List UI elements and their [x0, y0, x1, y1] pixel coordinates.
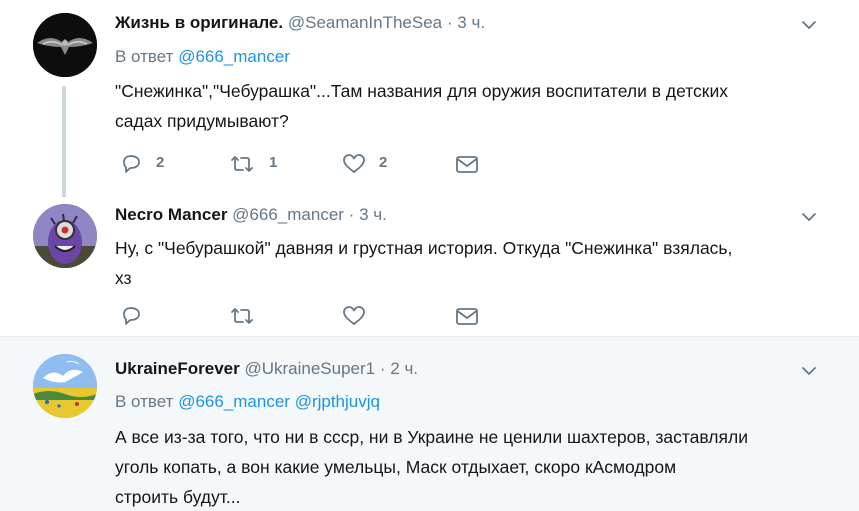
- timestamp[interactable]: 2 ч.: [390, 359, 418, 378]
- tweet-text-line: хз: [115, 268, 132, 288]
- envelope-icon: [456, 156, 478, 173]
- retweet-icon: [231, 156, 253, 172]
- mention-link[interactable]: @666_mancer: [178, 392, 290, 411]
- tweet[interactable]: Жизнь в оригинале. @SeamanInTheSea · 3 ч…: [0, 0, 859, 198]
- separator-dot: ·: [379, 359, 386, 378]
- tweet-header: Жизнь в оригинале. @SeamanInTheSea · 3 ч…: [115, 13, 819, 33]
- tweet-text: А все из-за того, что ни в ссср, ни в Ук…: [115, 422, 815, 511]
- separator-dot: ·: [348, 205, 355, 224]
- tweet-text: Ну, с "Чебурашкой" давняя и грустная ист…: [115, 233, 815, 293]
- tweet-header: Necro Mancer @666_mancer · 3 ч.: [115, 205, 819, 225]
- reply-count: 2: [156, 154, 165, 171]
- envelope-icon: [456, 308, 478, 325]
- mention-link[interactable]: @666_mancer: [178, 47, 290, 66]
- tweet-text: "Снежинка","Чебурашка"...Там названия дл…: [115, 76, 815, 136]
- separator-dot: ·: [446, 13, 453, 32]
- direct-message-button[interactable]: [454, 151, 484, 177]
- reply-button[interactable]: 2: [118, 151, 178, 177]
- reply-prefix: В ответ: [115, 392, 174, 411]
- username[interactable]: @666_mancer: [232, 205, 344, 224]
- direct-message-button[interactable]: [454, 303, 484, 329]
- display-name[interactable]: Necro Mancer: [115, 205, 227, 224]
- tweet[interactable]: Necro Mancer @666_mancer · 3 ч. Ну, с "Ч…: [0, 197, 859, 337]
- retweet-count: 1: [269, 154, 278, 171]
- tweet-header: UkraineForever @UkraineSuper1 · 2 ч.: [115, 359, 819, 379]
- tweet-text-line: садах придумывают?: [115, 111, 289, 131]
- thread-line: [62, 86, 66, 198]
- username[interactable]: @SeamanInTheSea: [288, 13, 442, 32]
- timestamp[interactable]: 3 ч.: [359, 205, 387, 224]
- avatar[interactable]: [33, 354, 97, 418]
- reply-icon: [123, 307, 140, 325]
- tweet-text-line: Ну, с "Чебурашкой" давняя и грустная ист…: [115, 238, 733, 258]
- reply-prefix: В ответ: [115, 47, 174, 66]
- display-name[interactable]: Жизнь в оригинале.: [115, 13, 283, 32]
- avatar[interactable]: [33, 204, 97, 268]
- chevron-down-icon[interactable]: [800, 208, 818, 226]
- retweet-icon: [231, 308, 253, 324]
- tweet[interactable]: UkraineForever @UkraineSuper1 · 2 ч. В о…: [0, 337, 859, 511]
- heart-icon: [343, 306, 365, 325]
- retweet-button[interactable]: [228, 303, 288, 329]
- timestamp[interactable]: 3 ч.: [457, 13, 485, 32]
- reply-context: В ответ @666_mancer: [115, 47, 290, 67]
- reply-context: В ответ @666_mancer @rjpthjuvjq: [115, 392, 380, 412]
- chevron-down-icon[interactable]: [800, 16, 818, 34]
- avatar[interactable]: [33, 13, 97, 77]
- like-button[interactable]: 2: [341, 151, 401, 177]
- retweet-button[interactable]: 1: [228, 151, 288, 177]
- username[interactable]: @UkraineSuper1: [244, 359, 375, 378]
- like-button[interactable]: [341, 303, 401, 329]
- mention-link[interactable]: @rjpthjuvjq: [295, 392, 380, 411]
- chevron-down-icon[interactable]: [800, 362, 818, 380]
- like-count: 2: [379, 154, 388, 171]
- heart-icon: [343, 154, 365, 173]
- reply-button[interactable]: [118, 303, 178, 329]
- reply-icon: [123, 155, 140, 173]
- tweet-text-line: "Снежинка","Чебурашка"...Там названия дл…: [115, 81, 728, 101]
- display-name[interactable]: UkraineForever: [115, 359, 240, 378]
- tweet-text-line: строить будут...: [115, 487, 241, 507]
- tweet-text-line: А все из-за того, что ни в ссср, ни в Ук…: [115, 427, 748, 447]
- tweet-text-line: уголь копать, а вон какие умельцы, Маск …: [115, 457, 677, 477]
